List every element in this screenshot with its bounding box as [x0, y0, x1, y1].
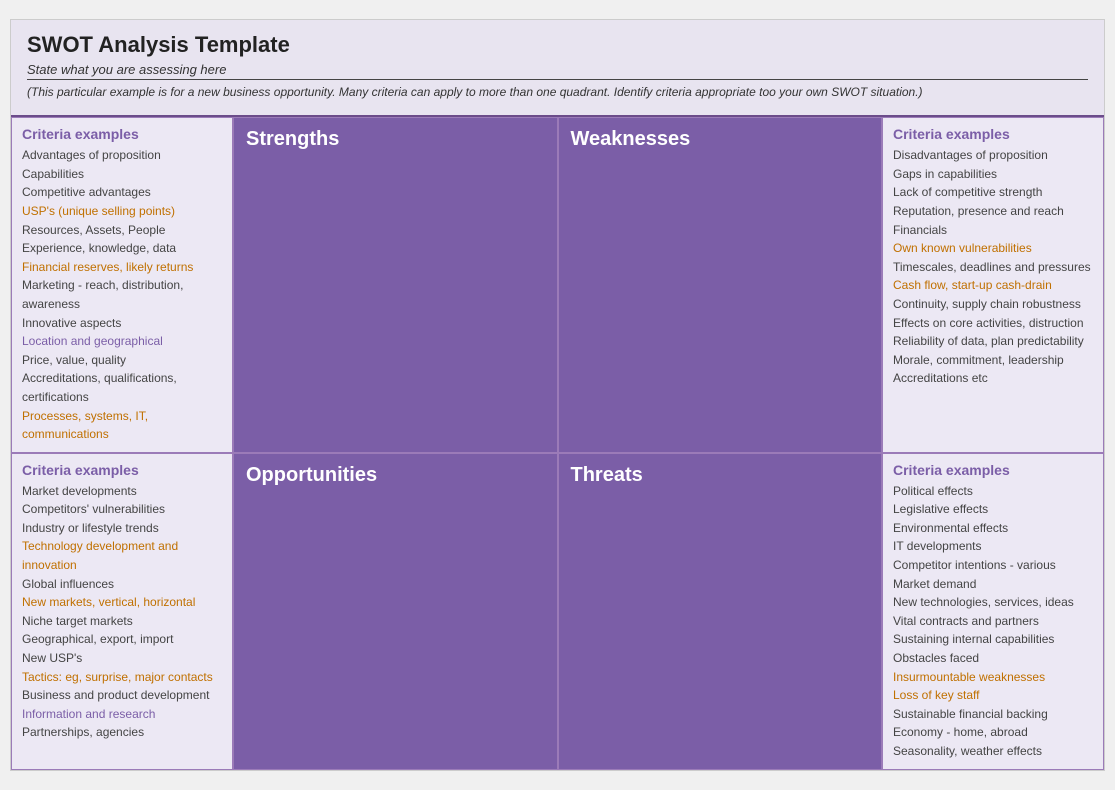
list-item: Environmental effects: [893, 519, 1093, 538]
list-item: Market developments: [22, 482, 222, 501]
criteria-top-right-heading: Criteria examples: [893, 126, 1093, 142]
criteria-bottom-left-heading: Criteria examples: [22, 462, 222, 478]
list-item: Accreditations, qualifications, certific…: [22, 369, 222, 406]
list-item: Technology development and innovation: [22, 537, 222, 574]
list-item: Reliability of data, plan predictability: [893, 332, 1093, 351]
list-item: Global influences: [22, 575, 222, 594]
list-item: New technologies, services, ideas: [893, 593, 1093, 612]
header-description: (This particular example is for a new bu…: [27, 84, 1088, 101]
list-item: Experience, knowledge, data: [22, 239, 222, 258]
criteria-bottom-right: Criteria examples Political effectsLegis…: [882, 453, 1104, 770]
weaknesses-cell: Weaknesses: [558, 117, 883, 453]
swot-page: SWOT Analysis Template State what you ar…: [10, 19, 1105, 770]
criteria-bottom-left: Criteria examples Market developmentsCom…: [11, 453, 233, 770]
criteria-bottom-left-list: Market developmentsCompetitors' vulnerab…: [22, 482, 222, 742]
list-item: Insurmountable weaknesses: [893, 668, 1093, 687]
list-item: IT developments: [893, 537, 1093, 556]
list-item: Reputation, presence and reach: [893, 202, 1093, 221]
criteria-top-right-list: Disadvantages of propositionGaps in capa…: [893, 146, 1093, 388]
list-item: Own known vulnerabilities: [893, 239, 1093, 258]
strengths-cell: Strengths: [233, 117, 558, 453]
list-item: Geographical, export, import: [22, 630, 222, 649]
list-item: Competitors' vulnerabilities: [22, 500, 222, 519]
opportunities-label: Opportunities: [246, 464, 377, 486]
list-item: Sustaining internal capabilities: [893, 630, 1093, 649]
list-item: New markets, vertical, horizontal: [22, 593, 222, 612]
threats-label: Threats: [571, 464, 643, 486]
header-subtitle: State what you are assessing here: [27, 62, 1088, 80]
list-item: Partnerships, agencies: [22, 723, 222, 742]
criteria-top-left-list: Advantages of propositionCapabilitiesCom…: [22, 146, 222, 444]
list-item: Continuity, supply chain robustness: [893, 295, 1093, 314]
list-item: Disadvantages of proposition: [893, 146, 1093, 165]
list-item: Political effects: [893, 482, 1093, 501]
list-item: Marketing - reach, distribution, awarene…: [22, 276, 222, 313]
list-item: Capabilities: [22, 165, 222, 184]
list-item: Business and product development: [22, 686, 222, 705]
list-item: Information and research: [22, 705, 222, 724]
opportunities-cell: Opportunities: [233, 453, 558, 770]
list-item: New USP's: [22, 649, 222, 668]
list-item: Obstacles faced: [893, 649, 1093, 668]
criteria-top-left: Criteria examples Advantages of proposit…: [11, 117, 233, 453]
list-item: Niche target markets: [22, 612, 222, 631]
list-item: Market demand: [893, 575, 1093, 594]
header-section: SWOT Analysis Template State what you ar…: [11, 20, 1104, 117]
list-item: Gaps in capabilities: [893, 165, 1093, 184]
criteria-bottom-right-heading: Criteria examples: [893, 462, 1093, 478]
list-item: Legislative effects: [893, 500, 1093, 519]
list-item: Loss of key staff: [893, 686, 1093, 705]
list-item: Industry or lifestyle trends: [22, 519, 222, 538]
page-title: SWOT Analysis Template: [27, 32, 1088, 58]
list-item: Processes, systems, IT, communications: [22, 407, 222, 444]
list-item: USP's (unique selling points): [22, 202, 222, 221]
list-item: Resources, Assets, People: [22, 221, 222, 240]
list-item: Location and geographical: [22, 332, 222, 351]
criteria-bottom-right-list: Political effectsLegislative effectsEnvi…: [893, 482, 1093, 761]
list-item: Competitor intentions - various: [893, 556, 1093, 575]
threats-cell: Threats: [558, 453, 883, 770]
list-item: Cash flow, start-up cash-drain: [893, 276, 1093, 295]
list-item: Tactics: eg, surprise, major contacts: [22, 668, 222, 687]
criteria-top-right: Criteria examples Disadvantages of propo…: [882, 117, 1104, 453]
list-item: Advantages of proposition: [22, 146, 222, 165]
swot-grid: Criteria examples Advantages of proposit…: [11, 117, 1104, 769]
list-item: Morale, commitment, leadership: [893, 351, 1093, 370]
list-item: Economy - home, abroad: [893, 723, 1093, 742]
list-item: Vital contracts and partners: [893, 612, 1093, 631]
list-item: Financial reserves, likely returns: [22, 258, 222, 277]
strengths-label: Strengths: [246, 128, 339, 150]
list-item: Lack of competitive strength: [893, 183, 1093, 202]
list-item: Innovative aspects: [22, 314, 222, 333]
list-item: Financials: [893, 221, 1093, 240]
list-item: Competitive advantages: [22, 183, 222, 202]
weaknesses-label: Weaknesses: [571, 128, 691, 150]
criteria-top-left-heading: Criteria examples: [22, 126, 222, 142]
list-item: Effects on core activities, distruction: [893, 314, 1093, 333]
list-item: Price, value, quality: [22, 351, 222, 370]
list-item: Accreditations etc: [893, 369, 1093, 388]
list-item: Timescales, deadlines and pressures: [893, 258, 1093, 277]
list-item: Sustainable financial backing: [893, 705, 1093, 724]
list-item: Seasonality, weather effects: [893, 742, 1093, 761]
